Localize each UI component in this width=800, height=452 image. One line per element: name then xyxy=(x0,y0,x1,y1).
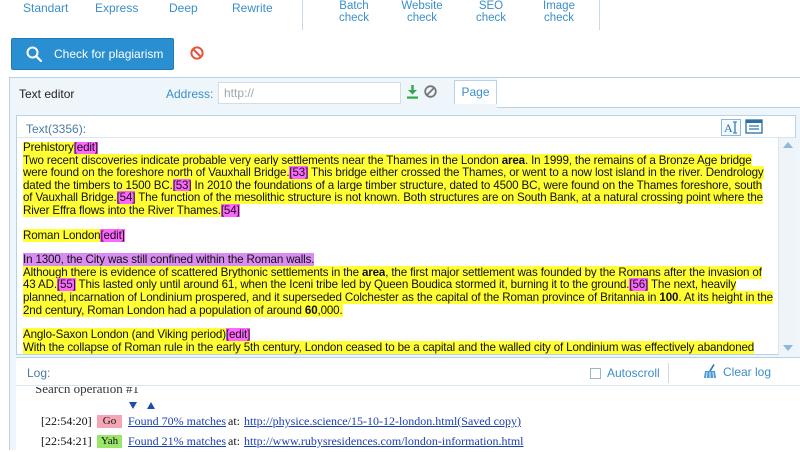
tab-text-editor[interactable]: Text editor Address: xyxy=(10,78,454,108)
clear-address-icon[interactable] xyxy=(424,85,437,98)
text-scrollbar[interactable] xyxy=(778,138,796,355)
tab-rewrite[interactable]: Rewrite xyxy=(232,2,273,14)
engine-badge: Go xyxy=(97,415,122,428)
svg-text:A: A xyxy=(724,121,733,135)
log-panel: Log: Autoscroll Clear log Search operati… xyxy=(16,357,800,451)
collapse-up-icon[interactable] xyxy=(147,402,155,409)
address-label: Address: xyxy=(166,87,214,101)
log-row: [22:54:21] Yah Found 21% matches at: htt… xyxy=(41,434,524,449)
heading-prehistory: Prehistory xyxy=(23,142,74,154)
search-operation-title: Search operation #1 xyxy=(35,387,139,396)
text-character-count: Text(3356): xyxy=(26,122,87,136)
scroll-down-icon[interactable] xyxy=(783,345,793,351)
tab-website-check-line1: Website xyxy=(401,0,443,12)
editor-panel: Text editor Address: Page Text(3356): A xyxy=(9,77,800,451)
text-bold-word: area xyxy=(361,265,386,279)
html-view-button[interactable] xyxy=(745,119,765,136)
heading-roman-london: Roman London xyxy=(23,228,101,242)
window-view-icon xyxy=(745,119,763,134)
tab-image-check[interactable]: Image check xyxy=(524,0,594,24)
autoscroll-label: Autoscroll xyxy=(607,366,660,380)
tab-deep[interactable]: Deep xyxy=(169,2,198,14)
reference-56[interactable]: [56] xyxy=(629,278,648,292)
tab-divider xyxy=(599,0,600,30)
check-button-label: Check for plagiarism xyxy=(54,47,164,61)
text-area[interactable]: Text(3356): A Prehistory[edit] Two recen… xyxy=(16,115,796,355)
reference-53[interactable]: [53] xyxy=(289,166,308,180)
match-url-link[interactable]: http://www.rubysresidences.com/london-in… xyxy=(244,434,524,449)
autoscroll-checkbox[interactable] xyxy=(590,367,601,379)
tab-seo-check-line2: check xyxy=(475,12,507,24)
text-segment: Two recent discoveries indicate probable… xyxy=(23,153,502,167)
match-url-link[interactable]: http://physice.science/15-10-12-london.h… xyxy=(244,414,521,429)
paragraph-roman: In 1300, the City was still confined wit… xyxy=(23,253,774,317)
paragraph-prehistory: Prehistory[edit] Two recent discoveries … xyxy=(23,142,774,218)
text-format-button[interactable]: A xyxy=(721,119,741,136)
log-at-label: at: xyxy=(228,414,240,428)
log-row: [22:54:20] Go Found 70% matches at: http… xyxy=(41,414,521,429)
reference-53[interactable]: [53] xyxy=(172,178,192,192)
log-header: Log: Autoscroll Clear log xyxy=(16,358,800,386)
text-editor-title: Text editor xyxy=(19,87,75,101)
text-segment: Although there is evidence of scattered … xyxy=(23,265,362,279)
edit-link[interactable]: [edit] xyxy=(73,142,98,154)
mode-tab-bar: Standart Express Deep Rewrite Batch chec… xyxy=(0,0,800,30)
clear-log-button[interactable]: Clear log xyxy=(702,364,771,379)
text-bold-word: 60 xyxy=(304,303,318,317)
check-for-plagiarism-button[interactable]: Check for plagiarism xyxy=(11,38,174,70)
log-timestamp: [22:54:20] xyxy=(41,414,92,428)
found-matches-link[interactable]: Found 70% matches xyxy=(128,414,226,429)
edit-link[interactable]: [edit] xyxy=(225,328,250,342)
found-matches-link[interactable]: Found 21% matches xyxy=(128,434,226,449)
text-bold-word: area xyxy=(501,153,525,167)
editor-tab-strip: Text editor Address: Page xyxy=(10,78,800,108)
log-body: Search operation #1 [22:54:20] Go Found … xyxy=(16,387,800,452)
log-at-label: at: xyxy=(228,434,240,448)
text-segment: This lasted only until around 61, when t… xyxy=(75,278,630,292)
text-bold-word: 100 xyxy=(659,290,679,304)
tab-express[interactable]: Express xyxy=(95,2,138,14)
search-icon xyxy=(26,46,42,62)
paragraph-anglo-saxon: Anglo-Saxon London (and Viking period)[e… xyxy=(23,328,774,354)
tab-batch-check[interactable]: Batch check xyxy=(319,0,389,24)
expand-down-icon[interactable] xyxy=(129,402,137,409)
tab-image-check-line2: check xyxy=(543,12,575,24)
text-header: Text(3356): A xyxy=(17,116,795,138)
tab-strip-filler xyxy=(497,78,800,108)
engine-badge: Yah xyxy=(97,435,122,448)
text-segment-matched: In 1300, the City was still confined wit… xyxy=(23,253,315,267)
tab-seo-check-line1: SEO xyxy=(478,0,504,12)
address-input[interactable] xyxy=(218,82,401,104)
tab-batch-check-line1: Batch xyxy=(339,0,369,12)
tab-standart[interactable]: Standart xyxy=(23,2,68,14)
heading-anglo-saxon: Anglo-Saxon London (and Viking period) xyxy=(23,328,226,342)
edit-link[interactable]: [edit] xyxy=(100,228,125,242)
tab-image-check-line1: Image xyxy=(543,0,575,12)
reference-55[interactable]: [55] xyxy=(56,278,76,292)
text-content[interactable]: Prehistory[edit] Two recent discoveries … xyxy=(23,142,774,354)
tab-seo-check[interactable]: SEO check xyxy=(456,0,526,24)
broom-icon xyxy=(704,364,716,379)
reference-54[interactable]: [54] xyxy=(116,191,136,205)
log-timestamp: [22:54:21] xyxy=(41,434,92,448)
cancel-icon[interactable] xyxy=(190,46,204,60)
text-cursor-icon: A xyxy=(724,121,737,135)
reference-54[interactable]: [54] xyxy=(220,203,240,217)
tab-website-check[interactable]: Website check xyxy=(387,0,457,24)
download-icon[interactable] xyxy=(406,85,419,99)
tab-page[interactable]: Page xyxy=(454,80,497,104)
text-segment: With the collapse of Roman rule in the e… xyxy=(23,340,755,354)
autoscroll-toggle[interactable]: Autoscroll xyxy=(590,363,669,383)
tab-website-check-line2: check xyxy=(406,12,438,24)
clear-log-label: Clear log xyxy=(723,364,772,379)
paragraph-roman-heading: Roman London[edit] xyxy=(23,228,774,243)
tab-divider xyxy=(302,0,303,30)
scroll-up-icon[interactable] xyxy=(783,142,793,148)
tab-batch-check-line2: check xyxy=(338,12,370,24)
log-label: Log: xyxy=(27,366,51,380)
text-segment: ,000. xyxy=(317,303,343,317)
